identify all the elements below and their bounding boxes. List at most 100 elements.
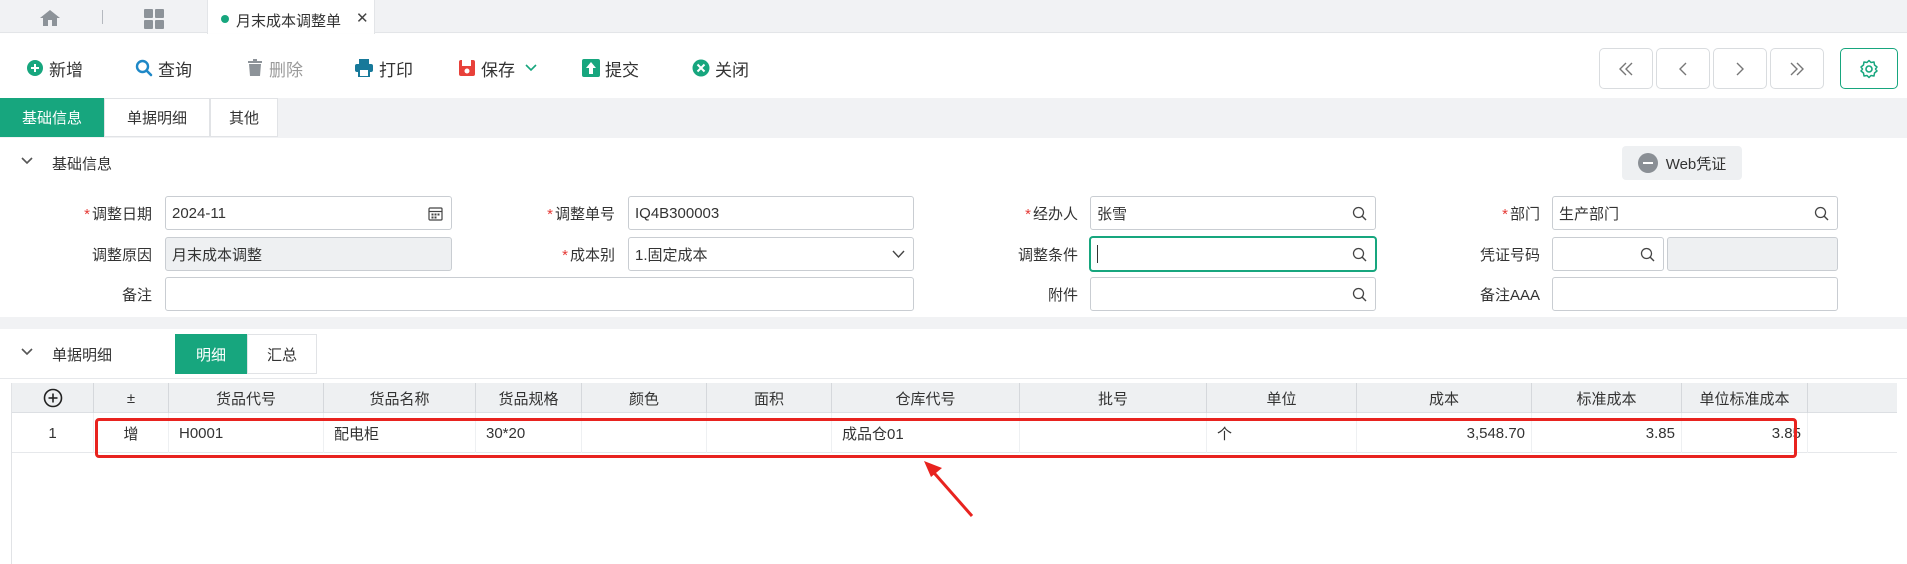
tab-detail[interactable]: 明细 xyxy=(175,334,247,374)
adjust-no-label: * 调整单号 xyxy=(547,206,615,223)
tab-strip: 月末成本调整单 ✕ xyxy=(0,0,1907,34)
voucher-no-label: 凭证号码 xyxy=(1479,247,1540,264)
cost-type-select[interactable]: 1.固定成本 xyxy=(628,237,914,271)
tab-basic-info[interactable]: 基础信息 xyxy=(0,98,104,137)
trash-icon xyxy=(248,59,262,76)
table-row[interactable]: 1 增 H0001 配电柜 30*20 成品仓01 个 3,548.70 3.8… xyxy=(12,413,1897,453)
col-std-cost[interactable]: 标准成本 xyxy=(1532,383,1682,413)
gear-icon xyxy=(1860,59,1878,78)
first-record-button[interactable] xyxy=(1599,48,1653,89)
tab-other[interactable]: 其他 xyxy=(210,98,278,137)
department-field[interactable]: 生产部门 xyxy=(1552,196,1838,230)
settings-button[interactable] xyxy=(1840,48,1898,89)
cell-batch[interactable] xyxy=(1020,413,1207,453)
double-chevron-left-icon xyxy=(1619,62,1633,75)
tab-label: 月末成本调整单 xyxy=(236,13,342,30)
close-button-label: 关闭 xyxy=(715,60,749,80)
col-op[interactable]: ± xyxy=(94,383,169,413)
col-batch[interactable]: 批号 xyxy=(1020,383,1207,413)
handler-label: * 经办人 xyxy=(1025,206,1078,223)
col-unit[interactable]: 单位 xyxy=(1207,383,1357,413)
condition-label: 调整条件 xyxy=(1017,247,1078,264)
cell-goods-name[interactable]: 配电柜 xyxy=(324,413,476,453)
search-icon[interactable] xyxy=(1640,247,1655,262)
basic-info-header[interactable]: 基础信息 xyxy=(0,138,1907,188)
text-caret xyxy=(1097,245,1098,263)
tab-document-detail[interactable]: 单据明细 xyxy=(104,98,210,137)
col-goods-spec[interactable]: 货品规格 xyxy=(476,383,582,413)
cell-cost[interactable]: 3,548.70 xyxy=(1357,413,1532,453)
web-voucher-button[interactable]: Web凭证 xyxy=(1622,146,1742,180)
grid-header: ± 货品代号 货品名称 货品规格 颜色 面积 仓库代号 批号 单位 成本 标准成… xyxy=(12,383,1897,413)
delete-button[interactable]: 删除 xyxy=(246,56,303,80)
voucher-no-display xyxy=(1667,237,1838,271)
search-icon[interactable] xyxy=(1352,206,1367,221)
minus-circle-icon xyxy=(1637,153,1658,173)
cell-goods-code[interactable]: H0001 xyxy=(169,413,324,453)
print-button-label: 打印 xyxy=(379,60,413,80)
col-area[interactable]: 面积 xyxy=(707,383,832,413)
adjust-no-value: IQ4B300003 xyxy=(635,204,720,222)
close-button[interactable]: 关闭 xyxy=(692,56,749,80)
new-button-label: 新增 xyxy=(49,60,83,80)
query-button[interactable]: 查询 xyxy=(135,56,192,80)
cost-type-label: * 成本别 xyxy=(562,247,615,264)
toolbar: 新增 查询 删除 打印 保存 提交 关闭 xyxy=(0,34,1907,98)
prev-record-button[interactable] xyxy=(1656,48,1710,89)
print-button[interactable]: 打印 xyxy=(354,56,413,80)
remark-aaa-label: 备注AAA xyxy=(1479,287,1540,304)
remark-label: 备注 xyxy=(121,287,152,304)
handler-field[interactable]: 张雪 xyxy=(1090,196,1376,230)
next-record-button[interactable] xyxy=(1713,48,1767,89)
submit-button[interactable]: 提交 xyxy=(582,56,639,80)
col-goods-name[interactable]: 货品名称 xyxy=(324,383,476,413)
grid-icon[interactable] xyxy=(143,9,165,29)
attachment-field[interactable] xyxy=(1090,277,1376,311)
col-goods-code[interactable]: 货品代号 xyxy=(169,383,324,413)
col-warehouse[interactable]: 仓库代号 xyxy=(832,383,1020,413)
cell-warehouse[interactable]: 成品仓01 xyxy=(832,413,1020,453)
department-label: * 部门 xyxy=(1502,206,1540,223)
search-icon[interactable] xyxy=(1352,247,1367,262)
col-cost[interactable]: 成本 xyxy=(1357,383,1532,413)
cell-unit[interactable]: 个 xyxy=(1207,413,1357,453)
cell-std-cost[interactable]: 3.85 xyxy=(1532,413,1682,453)
remark-aaa-field[interactable] xyxy=(1552,277,1838,311)
condition-field[interactable] xyxy=(1090,237,1376,271)
chevron-down-icon[interactable] xyxy=(20,156,34,166)
double-chevron-right-icon xyxy=(1790,62,1804,75)
home-icon[interactable] xyxy=(38,8,62,28)
remark-field[interactable] xyxy=(165,277,914,311)
col-color[interactable]: 颜色 xyxy=(582,383,707,413)
search-icon[interactable] xyxy=(1814,206,1829,221)
tab-summary[interactable]: 汇总 xyxy=(247,334,317,374)
basic-info-title: 基础信息 xyxy=(52,156,113,173)
adjust-date-field[interactable]: 2024-11 xyxy=(165,196,452,230)
cell-color[interactable] xyxy=(582,413,707,453)
add-circle-icon[interactable] xyxy=(43,388,63,408)
add-row-cell[interactable] xyxy=(12,383,94,413)
voucher-no-field[interactable] xyxy=(1552,237,1664,271)
tab-month-end-cost-adjust[interactable]: 月末成本调整单 ✕ xyxy=(207,0,375,34)
cell-area[interactable] xyxy=(707,413,832,453)
chevron-down-icon[interactable] xyxy=(892,250,905,259)
cell-op[interactable]: 增 xyxy=(94,413,169,453)
new-button[interactable]: 新增 xyxy=(26,56,83,80)
reason-label: 调整原因 xyxy=(91,247,152,264)
last-record-button[interactable] xyxy=(1770,48,1824,89)
chevron-left-icon xyxy=(1679,62,1687,75)
chevron-down-icon[interactable] xyxy=(525,64,537,72)
cell-goods-spec[interactable]: 30*20 xyxy=(476,413,582,453)
close-icon[interactable]: ✕ xyxy=(356,9,369,27)
annotation-arrow-icon xyxy=(924,461,974,517)
col-unit-std-cost[interactable]: 单位标准成本 xyxy=(1682,383,1808,413)
search-icon[interactable] xyxy=(1352,287,1367,302)
calendar-icon[interactable] xyxy=(428,206,443,221)
web-voucher-label: Web凭证 xyxy=(1665,155,1727,173)
adjust-no-field[interactable]: IQ4B300003 xyxy=(628,196,914,230)
reason-field[interactable]: 月末成本调整 xyxy=(165,237,452,271)
save-button[interactable]: 保存 xyxy=(458,56,542,80)
chevron-down-icon[interactable] xyxy=(20,347,34,357)
detail-title: 单据明细 xyxy=(52,347,113,364)
cell-unit-std-cost[interactable]: 3.85 xyxy=(1682,413,1808,453)
